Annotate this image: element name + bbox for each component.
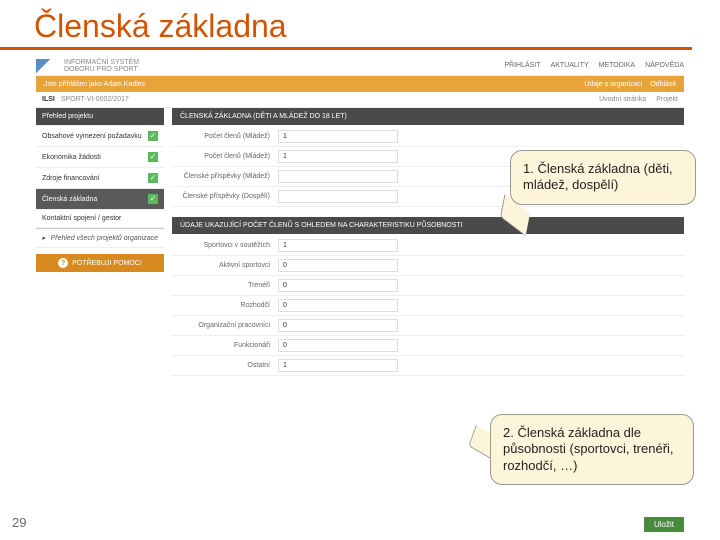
field-label: Počet členů (Mládež)	[178, 133, 278, 140]
user-bar: Jste přihlášen jako Adam Kadlec Údaje o …	[36, 76, 684, 92]
field-input[interactable]: 0	[278, 259, 398, 272]
check-icon: ✓	[148, 194, 158, 204]
sidebar-item-label: Kontaktní spojení / gestor	[42, 215, 121, 222]
field-label: Rozhodčí	[178, 302, 278, 309]
msmt-logo-icon	[36, 59, 58, 73]
field-label: Aktivní sportovci	[178, 262, 278, 269]
form-row: Ostatní1	[172, 356, 684, 376]
sidebar-header: Přehled projektu	[36, 108, 164, 126]
form-row: Rozhodčí0	[172, 296, 684, 316]
sidebar-item-funding[interactable]: Zdroje financování ✓	[36, 168, 164, 189]
field-input[interactable]: 1	[278, 359, 398, 372]
section1-header: ČLENSKÁ ZÁKLADNA (DĚTI A MLÁDEŽ DO 18 LE…	[172, 108, 684, 125]
topbar: INFORMAČNÍ SYSTÉM DOBORU PRO SPORT PŘIHL…	[36, 56, 684, 76]
form-row: Počet členů (Mládež)1	[172, 127, 684, 147]
help-button[interactable]: ? POTŘEBUJI POMOC!	[36, 254, 164, 272]
field-input[interactable]: 0	[278, 299, 398, 312]
nav-method[interactable]: METODIKA	[599, 62, 635, 69]
sidebar-item-label: Členská základna	[42, 196, 97, 203]
field-input[interactable]: 0	[278, 279, 398, 292]
form-row: Sportovci v soutěžích1	[172, 236, 684, 256]
field-input[interactable]: 1	[278, 130, 398, 143]
form-row: Organizační pracovníci0	[172, 316, 684, 336]
check-icon: ✓	[148, 152, 158, 162]
project-code: SPORT-VI-0002/2017	[61, 96, 129, 103]
field-input[interactable]: 1	[278, 150, 398, 163]
app-screenshot: INFORMAČNÍ SYSTÉM DOBORU PRO SPORT PŘIHL…	[36, 56, 684, 376]
crumb-project[interactable]: Projekt	[656, 96, 678, 103]
sidebar-item-members[interactable]: Členská základna ✓	[36, 189, 164, 210]
save-button[interactable]: Uložit	[644, 517, 684, 532]
field-label: Organizační pracovníci	[178, 322, 278, 329]
page-number: 29	[12, 515, 26, 530]
sidebar-item-label: Zdroje financování	[42, 175, 100, 182]
logged-user: Jste přihlášen jako Adam Kadlec	[44, 81, 145, 88]
nav-help[interactable]: NÁPOVĚDA	[645, 62, 684, 69]
crumb-home[interactable]: Úvodní stránka	[599, 96, 646, 103]
field-label: Funkcionáři	[178, 342, 278, 349]
field-label: Členské příspěvky (Dospělí)	[178, 193, 278, 200]
sidebar-item-economics[interactable]: Ekonomika žádosti ✓	[36, 147, 164, 168]
nav-news[interactable]: AKTUALITY	[551, 62, 589, 69]
sidebar: Přehled projektu Obsahové vymezení požad…	[36, 108, 164, 376]
field-input[interactable]: 0	[278, 339, 398, 352]
callout-1: 1. Členská základna (děti, mládež, dospě…	[510, 150, 696, 205]
nav-login[interactable]: PŘIHLÁSIT	[504, 62, 540, 69]
field-label: Členské příspěvky (Mládež)	[178, 173, 278, 180]
form-row: Trenéři0	[172, 276, 684, 296]
slide-title: Členská základna	[0, 0, 692, 50]
top-nav: PŘIHLÁSIT AKTUALITY METODIKA NÁPOVĚDA	[504, 62, 684, 69]
field-label: Sportovci v soutěžích	[178, 242, 278, 249]
org-link[interactable]: Údaje o organizaci	[584, 81, 642, 88]
main-content: ČLENSKÁ ZÁKLADNA (DĚTI A MLÁDEŽ DO 18 LE…	[164, 108, 684, 376]
field-label: Trenéři	[178, 282, 278, 289]
logo-text: INFORMAČNÍ SYSTÉM DOBORU PRO SPORT	[64, 59, 139, 73]
sidebar-item-label: Obsahové vymezení požadavku	[42, 133, 142, 140]
field-input[interactable]: 0	[278, 319, 398, 332]
form-row: Funkcionáři0	[172, 336, 684, 356]
sidebar-item-scope[interactable]: Obsahové vymezení požadavku ✓	[36, 126, 164, 147]
brand: ILSI	[42, 96, 55, 103]
field-label: Ostatní	[178, 362, 278, 369]
breadcrumb: ILSI SPORT-VI-0002/2017 Úvodní stránka P…	[36, 92, 684, 108]
sidebar-item-contact[interactable]: Kontaktní spojení / gestor	[36, 210, 164, 228]
field-input[interactable]: 1	[278, 239, 398, 252]
sidebar-footer[interactable]: ▸ Přehled všech projektů organizace	[36, 228, 164, 248]
sidebar-item-label: Ekonomika žádosti	[42, 154, 101, 161]
field-input[interactable]	[278, 170, 398, 183]
section2-header: ÚDAJE UKAZUJÍCÍ POČET ČLENŮ S OHLEDEM NA…	[172, 217, 684, 234]
question-icon: ?	[58, 258, 68, 268]
check-icon: ✓	[148, 131, 158, 141]
callout-2: 2. Členská základna dle působnosti (spor…	[490, 414, 694, 485]
check-icon: ✓	[148, 173, 158, 183]
form-row: Aktivní sportovci0	[172, 256, 684, 276]
field-input[interactable]	[278, 190, 398, 203]
field-label: Počet členů (Mládež)	[178, 153, 278, 160]
logout-link[interactable]: Odhlásit	[650, 81, 676, 88]
